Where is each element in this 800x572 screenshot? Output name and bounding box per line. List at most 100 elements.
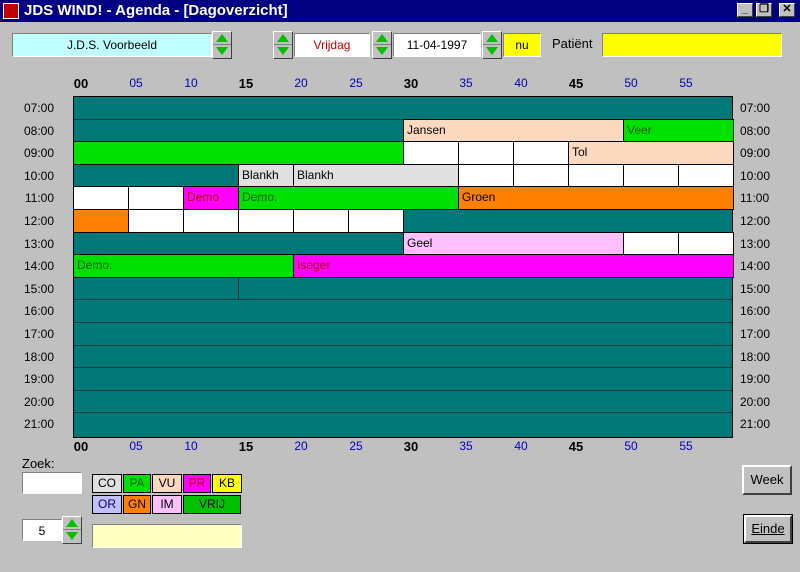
hour-label: 16:00	[740, 304, 771, 319]
minute-label: 15	[238, 439, 254, 454]
week-button[interactable]: Week	[742, 465, 792, 495]
hour-label: 10:00	[740, 168, 771, 183]
legend-item-co[interactable]: CO	[92, 474, 122, 493]
spin-down-icon[interactable]	[373, 45, 391, 58]
hour-label: 14:00	[740, 259, 771, 274]
spin-down-icon[interactable]	[213, 45, 231, 58]
empty-slot[interactable]	[128, 186, 184, 210]
minimize-button[interactable]: _	[737, 3, 753, 17]
spin-down-icon[interactable]	[63, 530, 81, 543]
legend-item-or[interactable]: OR	[92, 495, 122, 514]
appointment-slot[interactable]: Geel	[403, 231, 624, 256]
minute-label: 25	[349, 439, 363, 453]
practitioner-spinner[interactable]	[212, 31, 232, 59]
spin-down-icon[interactable]	[483, 45, 501, 58]
empty-slot[interactable]	[678, 163, 734, 188]
patient-label: Patiënt	[552, 36, 593, 51]
day-spinner-left[interactable]	[273, 31, 293, 59]
minute-label: 10	[184, 439, 198, 453]
empty-slot[interactable]	[623, 231, 679, 256]
spin-up-icon[interactable]	[213, 32, 231, 45]
spin-up-icon[interactable]	[483, 32, 501, 45]
app-icon[interactable]	[3, 3, 19, 19]
minute-label: 25	[349, 76, 363, 90]
empty-slot[interactable]	[678, 231, 734, 256]
empty-slot[interactable]	[513, 141, 569, 165]
hour-label: 17:00	[23, 327, 54, 341]
legend-item-kb[interactable]: KB	[212, 474, 242, 493]
note-field[interactable]	[92, 524, 242, 548]
hour-label: 13:00	[23, 236, 54, 251]
empty-slot[interactable]	[403, 141, 459, 165]
appointment-slot[interactable]: Demo	[183, 186, 239, 210]
appointment-slot[interactable]: Blankh	[293, 163, 459, 188]
restore-button[interactable]: ❐	[756, 3, 772, 17]
hour-label: 10:00	[23, 168, 54, 183]
appointment-slot[interactable]: Demo.	[238, 186, 459, 210]
empty-slot[interactable]	[293, 209, 349, 233]
appointment-slot[interactable]: Iseger	[293, 254, 734, 278]
minute-label: 20	[294, 439, 308, 453]
hour-label: 09:00	[23, 146, 54, 161]
empty-slot[interactable]	[623, 163, 679, 188]
hour-label: 20:00	[740, 394, 771, 409]
search-label: Zoek:	[22, 456, 55, 471]
appointment-slot[interactable]: Tol	[568, 141, 734, 165]
legend-item-vrij[interactable]: VRIJ	[183, 495, 241, 514]
agenda-grid[interactable]: Jansen Veer Tol Blankh Blankh Demo Demo. Groen G…	[73, 96, 734, 438]
row-divider	[74, 367, 732, 369]
minute-label: 30	[403, 76, 419, 91]
patient-field[interactable]	[602, 33, 782, 57]
title-bar[interactable]: JDS WIND! - Agenda - [Dagoverzicht] _ ❐ …	[0, 0, 800, 22]
minute-label: 00	[73, 76, 89, 91]
empty-slot[interactable]	[458, 141, 514, 165]
appointment-slot[interactable]: Jansen	[403, 118, 624, 143]
hour-label: 18:00	[740, 349, 771, 364]
hour-label: 19:00	[740, 372, 771, 387]
empty-slot[interactable]	[128, 209, 184, 233]
empty-slot[interactable]	[458, 163, 514, 188]
empty-slot[interactable]	[73, 186, 129, 210]
day-field[interactable]: Vrijdag	[294, 33, 370, 57]
hour-label: 11:00	[740, 191, 770, 206]
hour-label: 12:00	[23, 214, 54, 228]
spin-up-icon[interactable]	[373, 32, 391, 45]
legend-item-pr[interactable]: PR	[183, 474, 211, 493]
search-input[interactable]	[22, 472, 82, 494]
empty-slot[interactable]	[513, 163, 569, 188]
empty-slot[interactable]	[348, 209, 404, 233]
legend-item-pa[interactable]: PA	[123, 474, 151, 493]
row-divider	[74, 299, 732, 301]
empty-slot[interactable]	[73, 141, 404, 165]
minute-label: 35	[459, 439, 473, 453]
empty-slot[interactable]	[238, 209, 294, 233]
minute-label: 55	[679, 439, 693, 453]
spin-up-icon[interactable]	[274, 32, 292, 45]
hour-label: 07:00	[23, 101, 54, 115]
spin-up-icon[interactable]	[63, 517, 81, 530]
now-button[interactable]: nu	[503, 33, 541, 57]
empty-slot[interactable]	[73, 209, 129, 233]
hour-label: 07:00	[740, 101, 771, 115]
legend-item-im[interactable]: IM	[152, 495, 182, 514]
day-spinner-right[interactable]	[372, 31, 392, 59]
date-spinner[interactable]	[482, 31, 502, 59]
spin-down-icon[interactable]	[274, 45, 292, 58]
close-button[interactable]: ✕	[779, 3, 795, 17]
exit-button[interactable]: Einde	[743, 514, 793, 544]
legend-item-gn[interactable]: GN	[123, 495, 151, 514]
date-field[interactable]: 11-04-1997	[393, 33, 481, 57]
window-title: JDS WIND! - Agenda - [Dagoverzicht]	[24, 2, 288, 19]
interval-spinner[interactable]	[62, 516, 82, 544]
hour-label: 16:00	[23, 304, 54, 319]
empty-slot[interactable]	[183, 209, 239, 233]
legend-item-vu[interactable]: VU	[152, 474, 182, 493]
empty-slot[interactable]	[568, 163, 624, 188]
appointment-slot[interactable]: Groen	[458, 186, 734, 210]
practitioner-field[interactable]: J.D.S. Voorbeeld	[12, 33, 212, 57]
appointment-slot[interactable]: Veer	[623, 118, 734, 143]
interval-field[interactable]: 5	[22, 519, 62, 541]
hour-label: 21:00	[23, 417, 54, 432]
appointment-slot[interactable]: Blankh	[238, 163, 294, 188]
appointment-slot[interactable]: Demo.	[73, 254, 294, 278]
